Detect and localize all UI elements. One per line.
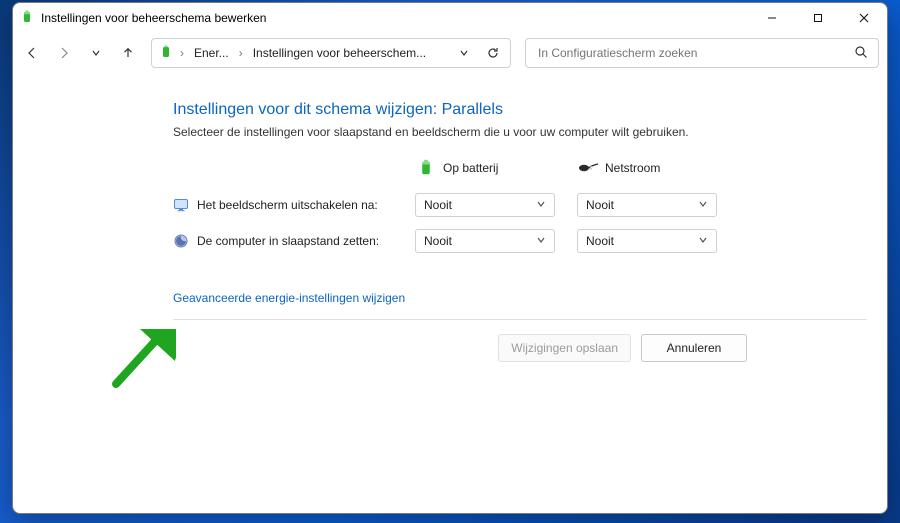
window-controls xyxy=(749,3,887,33)
footer: Wijzigingen opslaan Annuleren xyxy=(173,320,867,376)
chevron-down-icon xyxy=(698,234,708,248)
breadcrumb[interactable]: › Ener... › Instellingen voor beheersche… xyxy=(151,38,511,68)
breadcrumb-seg-1-label: Ener... xyxy=(194,46,229,60)
chevron-right-icon: › xyxy=(180,46,184,60)
address-chevron-down-icon[interactable] xyxy=(451,40,477,66)
monitor-icon xyxy=(173,197,189,213)
col-header-plugged-label: Netstroom xyxy=(605,161,660,175)
app-icon xyxy=(19,9,35,28)
row-sleep-label: De computer in slaapstand zetten: xyxy=(197,234,379,248)
plug-icon xyxy=(577,159,599,177)
sleep-battery-value: Nooit xyxy=(424,234,452,248)
save-button-label: Wijzigingen opslaan xyxy=(511,341,618,355)
page-subtext: Selecteer de instellingen voor slaapstan… xyxy=(173,125,867,139)
display-off-plugged-select[interactable]: Nooit xyxy=(577,193,717,217)
row-sleep: De computer in slaapstand zetten: xyxy=(173,225,403,257)
chevron-down-icon xyxy=(698,198,708,212)
breadcrumb-seg-2[interactable]: Instellingen voor beheerschem... xyxy=(249,44,430,62)
refresh-button[interactable] xyxy=(480,40,506,66)
save-button: Wijzigingen opslaan xyxy=(498,334,631,362)
battery-icon xyxy=(158,44,174,63)
sleep-plugged-select[interactable]: Nooit xyxy=(577,229,717,253)
cancel-button[interactable]: Annuleren xyxy=(641,334,747,362)
back-button[interactable] xyxy=(19,40,45,66)
window-title: Instellingen voor beheerschema bewerken xyxy=(41,11,266,25)
display-off-battery-select[interactable]: Nooit xyxy=(415,193,555,217)
breadcrumb-seg-2-label: Instellingen voor beheerschem... xyxy=(253,46,426,60)
sleep-battery-select[interactable]: Nooit xyxy=(415,229,555,253)
chevron-down-icon xyxy=(536,198,546,212)
breadcrumb-seg-1[interactable]: Ener... xyxy=(190,44,233,62)
cancel-button-label: Annuleren xyxy=(667,341,722,355)
col-header-battery-label: Op batterij xyxy=(443,161,498,175)
col-header-battery: Op batterij xyxy=(415,159,565,187)
nav-row: › Ener... › Instellingen voor beheersche… xyxy=(13,33,887,73)
sleep-plugged-value: Nooit xyxy=(586,234,614,248)
search-box[interactable] xyxy=(525,38,879,68)
search-input[interactable] xyxy=(536,45,848,61)
chevron-down-icon xyxy=(536,234,546,248)
close-button[interactable] xyxy=(841,3,887,33)
moon-icon xyxy=(173,233,189,249)
search-icon xyxy=(854,45,868,62)
row-display-off: Het beeldscherm uitschakelen na: xyxy=(173,189,403,221)
minimize-button[interactable] xyxy=(749,3,795,33)
window-title-wrap: Instellingen voor beheerschema bewerken xyxy=(19,9,749,28)
window: Instellingen voor beheerschema bewerken xyxy=(12,2,888,514)
advanced-power-settings-link[interactable]: Geavanceerde energie-instellingen wijzig… xyxy=(173,291,405,305)
battery-icon xyxy=(415,159,437,177)
row-display-off-label: Het beeldscherm uitschakelen na: xyxy=(197,198,378,212)
display-off-plugged-value: Nooit xyxy=(586,198,614,212)
forward-button[interactable] xyxy=(51,40,77,66)
page-heading: Instellingen voor dit schema wijzigen: P… xyxy=(173,101,867,119)
titlebar: Instellingen voor beheerschema bewerken xyxy=(13,3,887,33)
recent-locations-button[interactable] xyxy=(83,40,109,66)
col-header-plugged: Netstroom xyxy=(577,159,727,187)
maximize-button[interactable] xyxy=(795,3,841,33)
up-button[interactable] xyxy=(115,40,141,66)
display-off-battery-value: Nooit xyxy=(424,198,452,212)
content: Instellingen voor dit schema wijzigen: P… xyxy=(13,73,887,513)
chevron-right-icon: › xyxy=(239,46,243,60)
settings-grid: Op batterij Netstroom xyxy=(173,159,867,259)
